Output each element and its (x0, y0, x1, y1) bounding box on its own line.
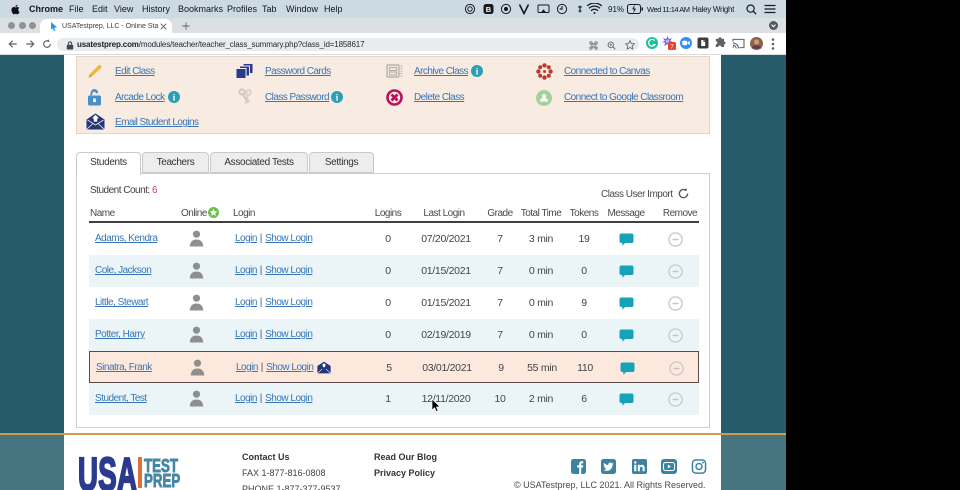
svg-text:B: B (486, 5, 492, 14)
